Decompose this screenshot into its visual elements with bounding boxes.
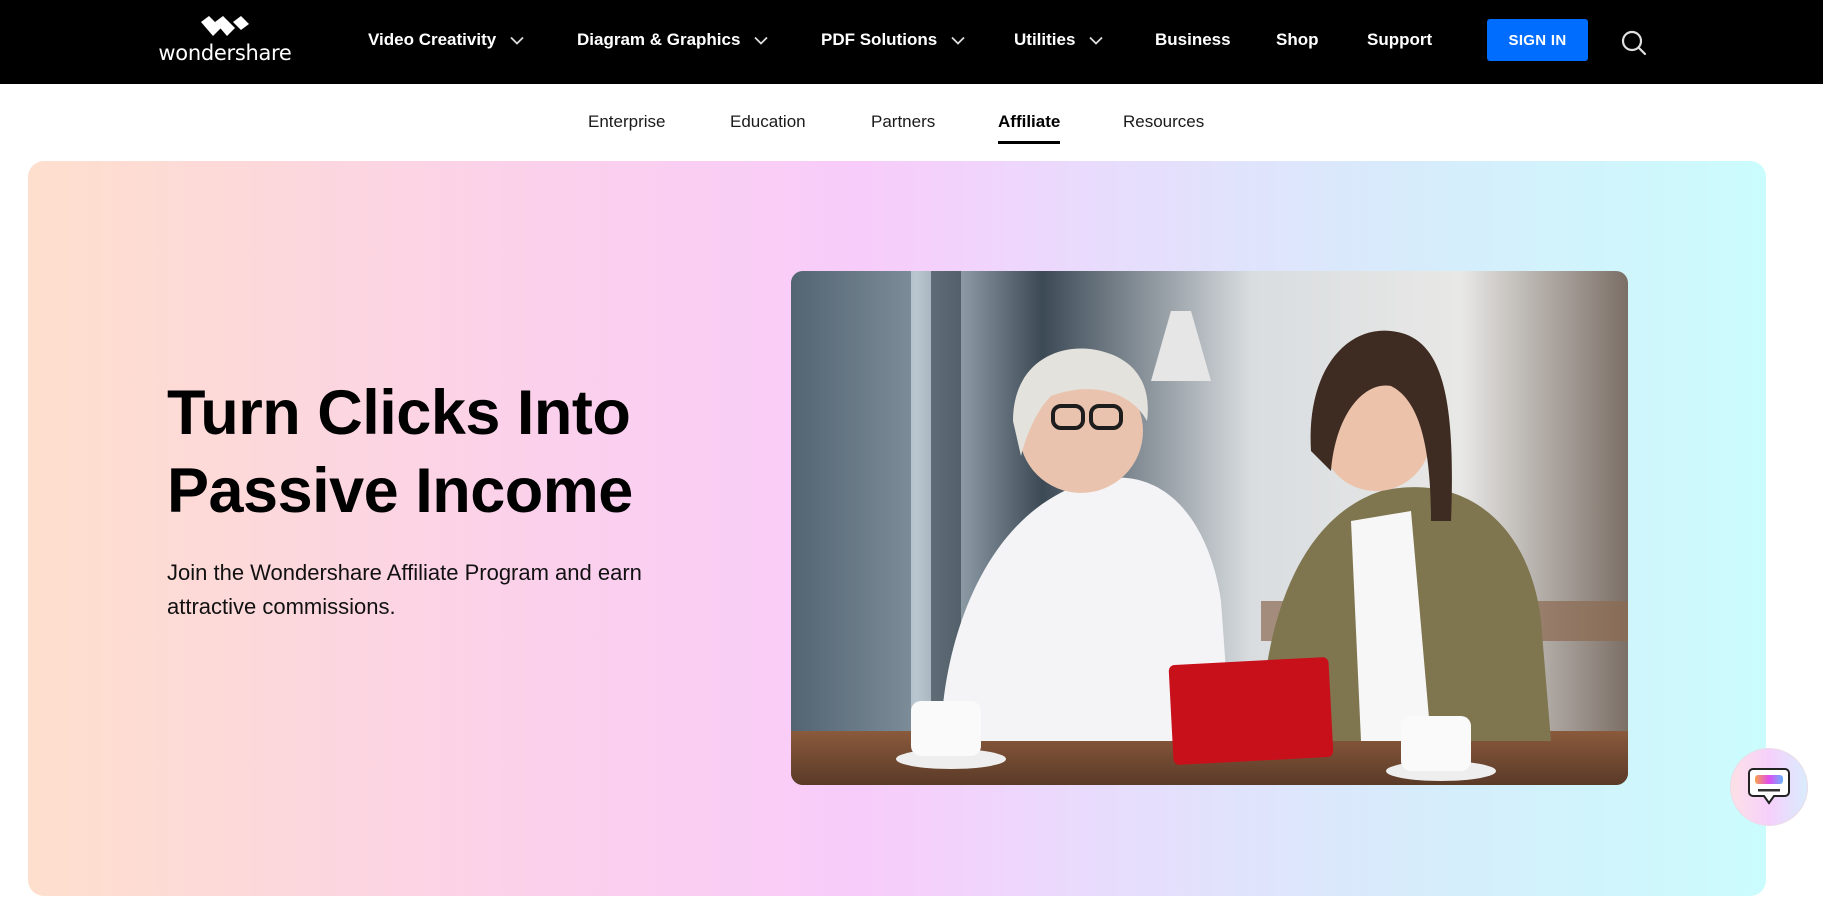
subnav-resources[interactable]: Resources — [1123, 111, 1204, 133]
chat-bubble-icon — [1748, 768, 1790, 805]
nav-diagram-graphics[interactable]: Diagram & Graphics — [577, 27, 769, 53]
nav-pdf-solutions[interactable]: PDF Solutions — [821, 27, 965, 53]
nav-shop[interactable]: Shop — [1276, 27, 1319, 53]
wondershare-logo[interactable]: wondershare — [157, 14, 293, 72]
chevron-down-icon — [951, 36, 965, 45]
nav-label: Support — [1367, 30, 1433, 49]
nav-label: Utilities — [1014, 30, 1076, 49]
search-icon — [1621, 30, 1647, 56]
chevron-down-icon — [754, 36, 769, 45]
nav-utilities[interactable]: Utilities — [1014, 27, 1104, 53]
sub-navigation: Enterprise Education Partners Affiliate … — [0, 84, 1823, 154]
hero-title-line-1: Turn Clicks Into — [167, 378, 631, 448]
nav-business[interactable]: Business — [1155, 27, 1231, 53]
hero-banner: Turn Clicks Into Passive Income Join the… — [28, 161, 1766, 896]
nav-label: Video Creativity — [368, 30, 497, 49]
nav-label: PDF Solutions — [821, 30, 938, 49]
wondershare-wordmark: wondershare — [158, 41, 292, 65]
chat-support-button[interactable] — [1730, 748, 1808, 826]
subnav-partners[interactable]: Partners — [871, 111, 935, 133]
sign-in-button[interactable]: SIGN IN — [1487, 19, 1588, 61]
subnav-education[interactable]: Education — [730, 111, 806, 133]
wondershare-logo-icon — [201, 16, 249, 36]
search-button[interactable] — [1617, 26, 1651, 60]
subnav-affiliate[interactable]: Affiliate — [998, 111, 1061, 144]
chevron-down-icon — [1089, 36, 1104, 45]
nav-label: Diagram & Graphics — [577, 30, 741, 49]
nav-video-creativity[interactable]: Video Creativity — [368, 27, 524, 53]
nav-support[interactable]: Support — [1367, 27, 1432, 53]
hero-title-line-2: Passive Income — [167, 456, 633, 526]
nav-label: Shop — [1276, 30, 1319, 49]
subnav-enterprise[interactable]: Enterprise — [588, 111, 665, 133]
top-navigation: wondershare Video Creativity Diagram & G… — [0, 0, 1823, 84]
hero-title: Turn Clicks Into Passive Income — [167, 374, 767, 530]
hero-subtitle: Join the Wondershare Affiliate Program a… — [167, 560, 642, 619]
hero-image — [791, 271, 1628, 785]
hero-photo-illustration — [791, 271, 1628, 785]
nav-label: Business — [1155, 30, 1231, 49]
chevron-down-icon — [510, 36, 524, 45]
